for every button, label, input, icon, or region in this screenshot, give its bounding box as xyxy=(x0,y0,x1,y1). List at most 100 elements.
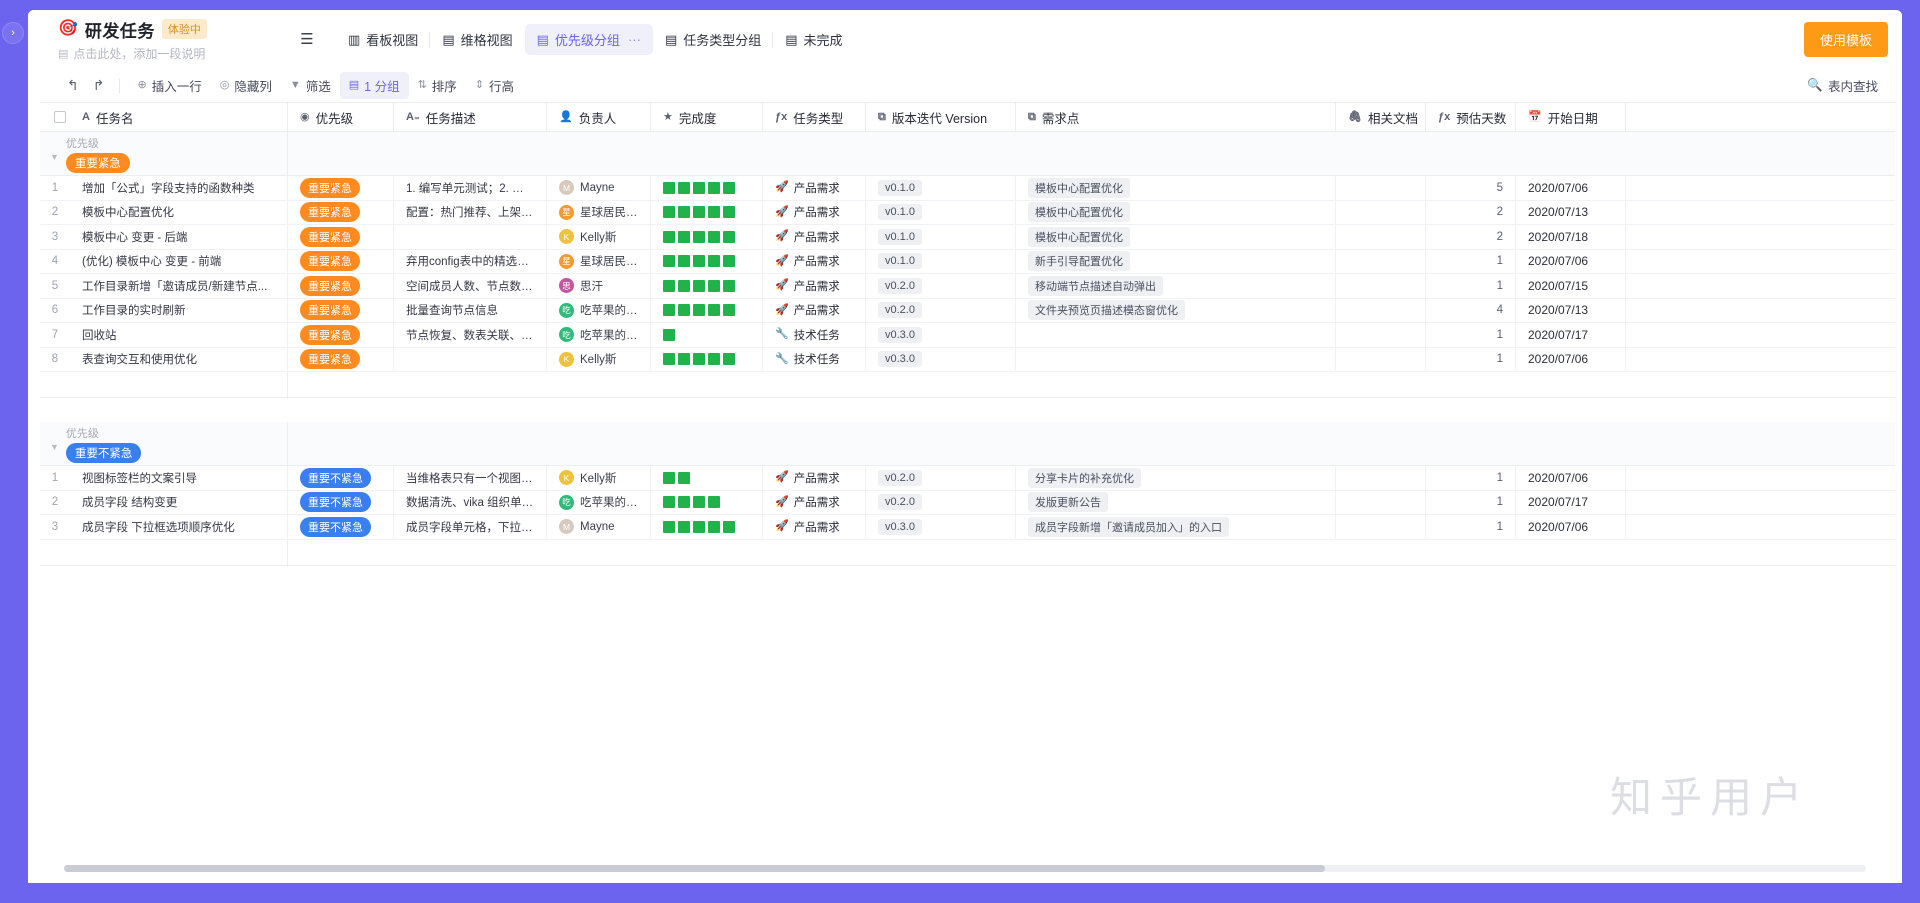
cell-requirement[interactable] xyxy=(1016,323,1336,347)
table-row[interactable]: 3 成员字段 下拉框选项顺序优化 重要不紧急 成员字段单元格，下拉框选项... M May… xyxy=(40,515,1895,540)
header-task-desc[interactable]: A₌ 任务描述 xyxy=(394,103,547,131)
completion-rating[interactable] xyxy=(663,496,720,509)
tab-grid-view[interactable]: ▤ 维格视图 xyxy=(429,24,524,55)
cell-requirement[interactable]: 移动端节点描述自动弹出 xyxy=(1016,274,1336,298)
cell-priority[interactable]: 重要不紧急 xyxy=(288,490,394,514)
completion-rating[interactable] xyxy=(663,471,690,484)
cell-priority[interactable]: 重要紧急 xyxy=(288,298,394,322)
horizontal-scrollbar[interactable] xyxy=(28,865,1902,875)
cell-related-doc[interactable] xyxy=(1336,347,1426,371)
cell-task-name[interactable]: 表查询交互和使用优化 xyxy=(70,347,288,371)
cell-version[interactable]: v0.1.0 xyxy=(866,176,1016,200)
completion-rating[interactable] xyxy=(663,255,735,268)
cell-priority[interactable]: 重要紧急 xyxy=(288,323,394,347)
cell-task-type[interactable]: 🚀 产品需求 xyxy=(763,176,866,200)
header-estimated-days[interactable]: ƒx 预估天数 xyxy=(1426,103,1516,131)
cell-task-desc[interactable]: 1. 编写单元测试；2. 新增公... xyxy=(394,176,547,200)
scrollbar-thumb[interactable] xyxy=(64,865,1326,872)
row-index[interactable]: 8 xyxy=(40,348,70,372)
cell-owner[interactable]: K Kelly斯 xyxy=(547,347,651,371)
cell-completion[interactable] xyxy=(651,249,763,273)
cell-task-type[interactable]: 🔧 技术任务 xyxy=(763,323,866,347)
table-row[interactable]: 4 (优化) 模板中心 变更 - 前端 重要紧急 弃用config表中的精选配置，..… xyxy=(40,249,1895,274)
cell-start-date[interactable]: 2020/07/06 xyxy=(1516,176,1626,200)
cell-priority[interactable]: 重要紧急 xyxy=(288,274,394,298)
cell-related-doc[interactable] xyxy=(1336,323,1426,347)
subtitle-row[interactable]: ▤ 点击此处，添加一段说明 xyxy=(58,45,268,62)
cell-related-doc[interactable] xyxy=(1336,176,1426,200)
cell-task-desc[interactable]: 批量查询节点信息 xyxy=(394,298,547,322)
cell-requirement[interactable]: 模板中心配置优化 xyxy=(1016,200,1336,224)
search-in-table-button[interactable]: 🔍 表内查找 xyxy=(1801,72,1884,99)
completion-rating[interactable] xyxy=(663,520,735,533)
cell-task-desc[interactable]: 节点恢复、数表关联、查询等... xyxy=(394,323,547,347)
cell-task-desc[interactable]: 弃用config表中的精选配置，... xyxy=(394,249,547,273)
cell-requirement[interactable]: 模板中心配置优化 xyxy=(1016,225,1336,249)
cell-estimated-days[interactable]: 1 xyxy=(1426,347,1516,371)
cell-estimated-days[interactable]: 5 xyxy=(1426,176,1516,200)
tab-kanban-view[interactable]: ▥ 看板视图 xyxy=(336,24,430,55)
row-index[interactable]: 1 xyxy=(40,176,70,200)
cell-version[interactable]: v0.1.0 xyxy=(866,200,1016,224)
cell-owner[interactable]: 吃吃苹果的格... xyxy=(547,323,651,347)
table-row[interactable]: 6 工作目录的实时刷新 重要紧急 批量查询节点信息 吃吃苹果的格... 🚀 产品需求 v0.2… xyxy=(40,298,1895,323)
cell-task-type[interactable]: 🚀 产品需求 xyxy=(763,466,866,490)
row-index[interactable]: 7 xyxy=(40,323,70,347)
cell-estimated-days[interactable]: 1 xyxy=(1426,515,1516,539)
cell-task-desc[interactable] xyxy=(394,347,547,371)
cell-estimated-days[interactable]: 1 xyxy=(1426,466,1516,490)
row-index[interactable]: 5 xyxy=(40,274,70,298)
cell-start-date[interactable]: 2020/07/17 xyxy=(1516,490,1626,514)
cell-task-name[interactable]: 工作目录的实时刷新 xyxy=(70,298,288,322)
table-row[interactable]: 1 视图标签栏的文案引导 重要不紧急 当维格表只有一个视图时，添... K Kelly斯 🚀… xyxy=(40,466,1895,491)
cell-start-date[interactable]: 2020/07/06 xyxy=(1516,347,1626,371)
row-index[interactable]: 4 xyxy=(40,250,70,274)
cell-task-type[interactable]: 🚀 产品需求 xyxy=(763,249,866,273)
cell-start-date[interactable]: 2020/07/17 xyxy=(1516,323,1626,347)
cell-related-doc[interactable] xyxy=(1336,298,1426,322)
cell-task-name[interactable]: 成员字段 结构变更 xyxy=(70,490,288,514)
cell-related-doc[interactable] xyxy=(1336,225,1426,249)
cell-start-date[interactable]: 2020/07/06 xyxy=(1516,515,1626,539)
cell-task-name[interactable]: (优化) 模板中心 变更 - 前端 xyxy=(70,249,288,273)
cell-task-desc[interactable] xyxy=(394,225,547,249)
insert-row-button[interactable]: ⊕ 插入一行 xyxy=(128,72,210,99)
row-index[interactable]: 1 xyxy=(40,466,70,490)
cell-task-name[interactable]: 模板中心 变更 - 后端 xyxy=(70,225,288,249)
undo-button[interactable]: ↰ xyxy=(60,73,86,98)
cell-related-doc[interactable] xyxy=(1336,274,1426,298)
cell-task-name[interactable]: 视图标签栏的文案引导 xyxy=(70,466,288,490)
cell-related-doc[interactable] xyxy=(1336,466,1426,490)
cell-task-type[interactable]: 🚀 产品需求 xyxy=(763,490,866,514)
cell-priority[interactable]: 重要紧急 xyxy=(288,347,394,371)
cell-owner[interactable]: K Kelly斯 xyxy=(547,225,651,249)
cell-owner[interactable]: 星星球居民NNk xyxy=(547,200,651,224)
cell-completion[interactable] xyxy=(651,490,763,514)
header-start-date[interactable]: 📅 开始日期 xyxy=(1516,103,1626,131)
collapse-caret-icon[interactable]: ▼ xyxy=(50,442,59,452)
cell-priority[interactable]: 重要不紧急 xyxy=(288,466,394,490)
cell-requirement[interactable]: 新手引导配置优化 xyxy=(1016,249,1336,273)
cell-version[interactable]: v0.2.0 xyxy=(866,274,1016,298)
cell-version[interactable]: v0.3.0 xyxy=(866,515,1016,539)
header-select-all[interactable] xyxy=(40,103,70,131)
cell-related-doc[interactable] xyxy=(1336,490,1426,514)
row-index[interactable]: 2 xyxy=(40,201,70,225)
cell-completion[interactable] xyxy=(651,176,763,200)
header-owner[interactable]: 👤 负责人 xyxy=(547,103,651,131)
cell-owner[interactable]: M Mayne xyxy=(547,176,651,200)
cell-completion[interactable] xyxy=(651,200,763,224)
cell-version[interactable]: v0.2.0 xyxy=(866,298,1016,322)
cell-version[interactable]: v0.2.0 xyxy=(866,490,1016,514)
cell-estimated-days[interactable]: 2 xyxy=(1426,200,1516,224)
table-row[interactable]: 2 成员字段 结构变更 重要不紧急 数据清洗、vika 组织单元的数... 吃吃苹果的格… xyxy=(40,490,1895,515)
cell-priority[interactable]: 重要紧急 xyxy=(288,176,394,200)
tab-task-type-group[interactable]: ▤ 任务类型分组 xyxy=(653,24,773,55)
header-completion[interactable]: ★ 完成度 xyxy=(651,103,763,131)
cell-task-desc[interactable]: 配置：热门推荐、上架模板 vi... xyxy=(394,200,547,224)
cell-start-date[interactable]: 2020/07/06 xyxy=(1516,249,1626,273)
cell-requirement[interactable]: 模板中心配置优化 xyxy=(1016,176,1336,200)
sort-button[interactable]: ⇅ 排序 xyxy=(409,72,466,99)
row-height-button[interactable]: ⇕ 行高 xyxy=(466,72,523,99)
cell-version[interactable]: v0.1.0 xyxy=(866,225,1016,249)
